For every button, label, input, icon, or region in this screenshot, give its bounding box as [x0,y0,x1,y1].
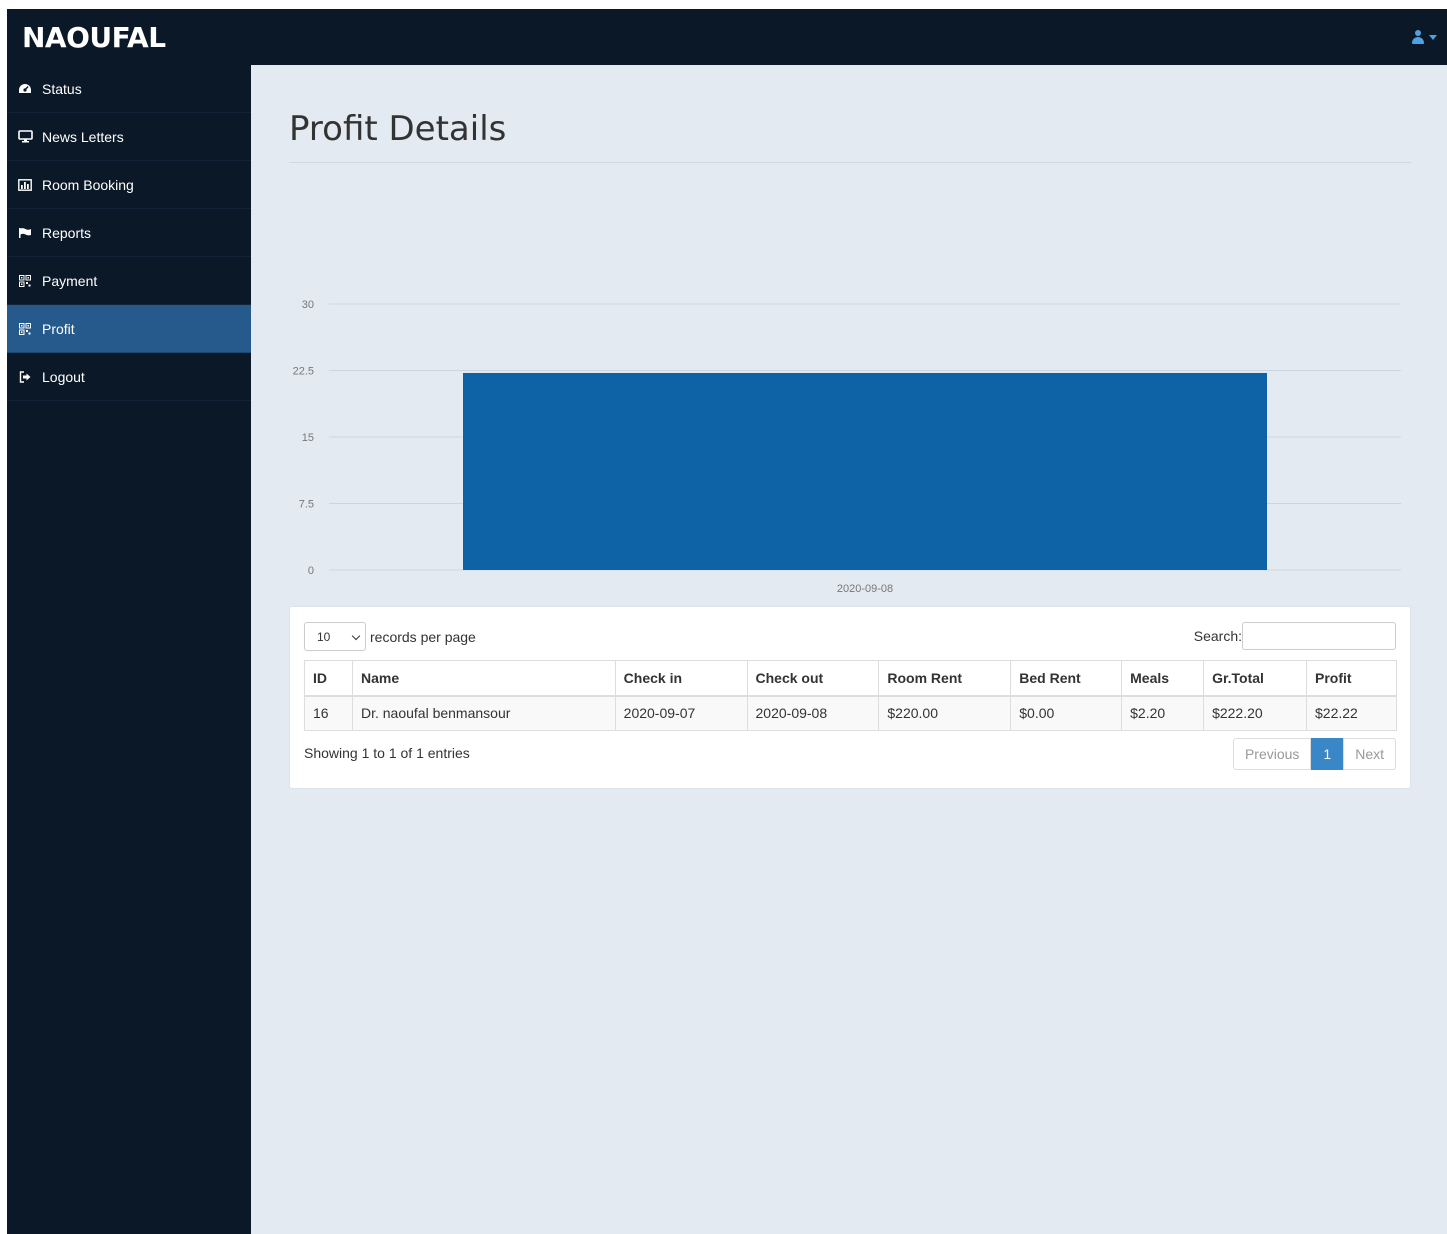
column-header-room-rent[interactable]: Room Rent [878,660,1012,697]
page-title: Profit Details [289,109,507,149]
main-content: Profit Details 0 7.5 15 22.5 30 2020-09-08 10… [251,65,1447,1234]
title-divider [289,162,1411,163]
table-row: 16 Dr. naoufal benmansour 2020-09-07 202… [304,695,1397,731]
sign-out-icon [17,370,33,384]
brand-logo[interactable]: NAOUFAL [22,21,166,54]
profit-table: ID Name Check in Check out Room Rent Bed… [304,660,1397,731]
column-header-bed-rent[interactable]: Bed Rent [1010,660,1123,697]
sidebar-item-room-booking[interactable]: Room Booking [7,161,251,209]
x-tick-label: 2020-09-08 [837,583,893,595]
column-header-check-out[interactable]: Check out [746,660,880,697]
user-icon [1412,30,1424,44]
dashboard-icon [17,82,33,96]
cell-check-out: 2020-09-08 [746,695,880,731]
cell-bed-rent: $0.00 [1010,695,1123,731]
y-tick-label: 15 [302,432,314,444]
cell-name: Dr. naoufal benmansour [351,695,616,731]
page-1-button[interactable]: 1 [1311,738,1344,770]
column-header-profit[interactable]: Profit [1306,660,1397,697]
sidebar-item-logout[interactable]: Logout [7,353,251,401]
column-header-id[interactable]: ID [304,660,353,697]
cell-id: 16 [304,695,353,731]
y-tick-label: 7.5 [299,499,314,511]
y-tick-label: 22.5 [293,366,314,378]
sidebar-item-label: Profit [42,320,75,337]
sidebar: Status News Letters Room Booking Reports… [7,65,251,1234]
profit-table-panel: 10 records per page Search: ID Name Chec [289,606,1411,789]
app-root: NAOUFAL Status News Letters Room Booking [7,9,1447,1234]
pagination: Previous 1 Next [1232,738,1396,770]
y-tick-label: 30 [302,299,314,311]
column-header-meals[interactable]: Meals [1121,660,1205,697]
records-per-page-select[interactable]: 10 [304,622,366,651]
table-header-row: ID Name Check in Check out Room Rent Bed… [304,660,1397,697]
desktop-icon [17,130,33,144]
sidebar-item-reports[interactable]: Reports [7,209,251,257]
records-per-page-label: records per page [370,628,476,645]
cell-profit: $22.22 [1306,695,1397,731]
user-menu-toggle[interactable] [1403,27,1437,47]
column-header-gr-total[interactable]: Gr.Total [1203,660,1307,697]
previous-page-button[interactable]: Previous [1232,738,1312,770]
qrcode-icon [17,322,33,336]
sidebar-item-news-letters[interactable]: News Letters [7,113,251,161]
records-per-page-value: 10 [317,629,331,644]
search-label: Search: [1193,628,1242,644]
sidebar-item-label: Status [42,80,82,97]
cell-check-in: 2020-09-07 [614,695,748,731]
sidebar-item-label: News Letters [42,128,124,145]
chevron-down-icon [351,631,361,641]
qrcode-icon [17,274,33,288]
y-tick-label: 0 [308,565,314,577]
sidebar-item-label: Logout [42,368,85,385]
column-header-name[interactable]: Name [351,660,616,697]
caret-down-icon [1429,34,1437,40]
profit-chart: 0 7.5 15 22.5 30 2020-09-08 [281,275,1401,595]
sidebar-item-profit[interactable]: Profit [7,305,251,353]
bar[interactable] [463,372,1267,570]
cell-meals: $2.20 [1121,695,1205,731]
cell-gr-total: $222.20 [1203,695,1307,731]
top-navbar: NAOUFAL [7,9,1447,65]
flag-icon [17,226,33,240]
sidebar-item-payment[interactable]: Payment [7,257,251,305]
table-info: Showing 1 to 1 of 1 entries [304,745,470,761]
bar-chart-icon [17,178,33,192]
search-input[interactable] [1242,622,1396,650]
next-page-button[interactable]: Next [1343,738,1396,770]
profit-chart-svg: 0 7.5 15 22.5 30 2020-09-08 [293,299,1401,595]
sidebar-item-label: Room Booking [42,176,134,193]
column-header-check-in[interactable]: Check in [614,660,748,697]
sidebar-item-label: Payment [42,272,98,289]
sidebar-item-status[interactable]: Status [7,65,251,113]
cell-room-rent: $220.00 [878,695,1012,731]
records-per-page: 10 records per page [304,622,476,651]
table-search: Search: [1194,622,1396,650]
sidebar-item-label: Reports [42,224,92,241]
